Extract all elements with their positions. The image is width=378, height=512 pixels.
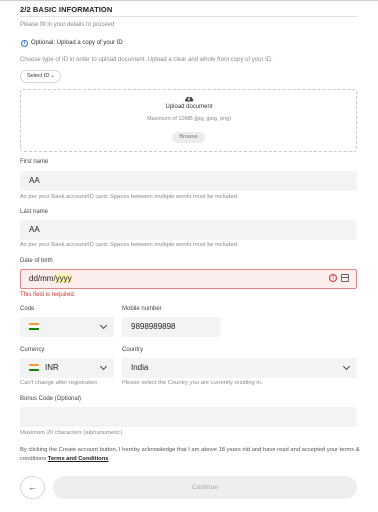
country-code-select[interactable] [20,317,114,337]
terms-notice: By clicking the Create account button, I… [20,446,360,463]
error-icon: ! [329,274,337,282]
upload-notice: Optional: Upload a copy of your ID [31,40,123,46]
browse-button[interactable]: Browse [172,132,205,143]
chevron-down-icon [342,362,351,371]
choose-id-instructions: Choose type of ID in order to upload doc… [20,57,273,63]
terms-link[interactable]: Terms and Conditions [48,456,109,462]
currency-label: Currency [20,347,45,353]
last-name-label: Last name [20,209,49,215]
chevron-down-icon [99,321,108,330]
upload-title: Upload document [165,104,213,110]
upload-size-limit: Maximum of 10MB (jpg, jpeg, png) [146,116,232,122]
continue-button[interactable]: Continue [53,476,357,499]
bonus-code-label: Bonus Code (Optional) [20,396,82,402]
mobile-number-field[interactable]: 9898989898 [122,317,221,337]
currency-hint: Can't change after registration. [20,380,100,386]
code-label: Code [20,306,35,312]
india-flag-icon [29,323,39,330]
dob-error-message: This field is required. [20,292,76,298]
first-name-field[interactable]: AA [20,171,357,191]
country-hint: Please select the Country you are curren… [122,380,263,386]
dob-year-segment: yyyy [55,274,72,283]
title-divider [20,16,358,17]
india-flag-icon [29,364,39,371]
select-id-dropdown[interactable]: Select ID ⌄ [20,70,61,83]
info-icon: i [21,40,28,47]
top-divider [0,0,378,1]
calendar-icon[interactable] [341,274,349,282]
arrow-left-icon: ← [28,482,37,492]
back-button[interactable]: ← [20,476,45,499]
first-name-hint: As per your Bank account/ID card. Spaces… [20,194,239,200]
mobile-label: Mobile number [122,306,162,312]
page-subtitle: Please fill in your details to proceed [20,22,115,28]
first-name-label: First name [20,159,49,165]
last-name-field[interactable]: AA [20,220,357,240]
country-label: Country [122,347,144,353]
chevron-down-icon [99,362,108,371]
chevron-down-icon: ⌄ [49,73,55,79]
dob-field[interactable]: dd/mm/yyyy ! [20,269,357,289]
cloud-upload-icon [185,96,194,102]
last-name-hint: As per your Bank account/ID card. Spaces… [20,242,239,248]
country-value: India [131,363,149,372]
currency-select[interactable]: INR [20,358,114,378]
country-select[interactable]: India [122,358,357,378]
page-title: 2/2 BASIC INFORMATION [20,5,113,14]
dob-value: dd/mm/ [29,274,56,283]
select-id-label: Select ID [27,73,50,79]
bonus-code-field[interactable] [20,407,357,427]
dob-label: Date of birth [20,258,53,264]
currency-value: INR [45,363,59,372]
bonus-code-hint: Maximum 20 characters (alphanumeric) [20,430,123,436]
